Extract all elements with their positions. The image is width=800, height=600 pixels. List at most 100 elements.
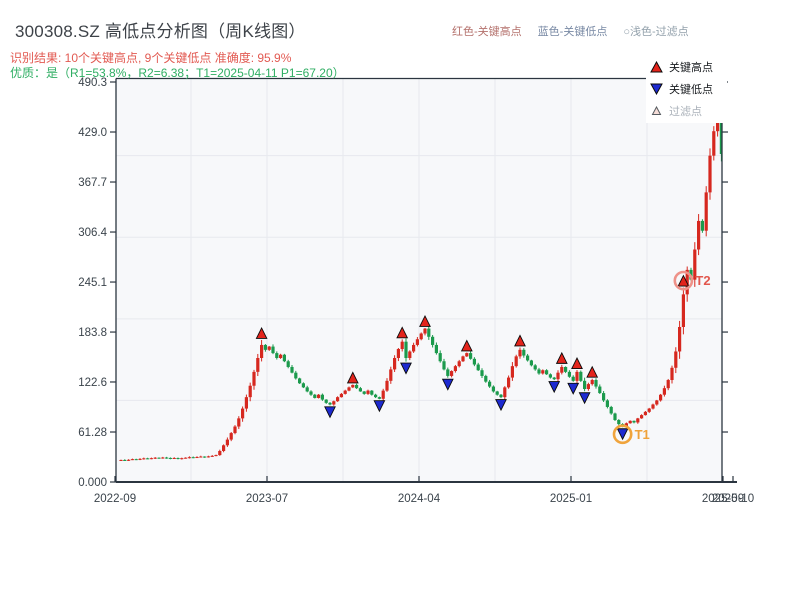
candle-up xyxy=(237,418,241,427)
candle-down xyxy=(488,381,492,387)
y-axis-tick-label: 183.8 xyxy=(78,327,107,339)
candle-down xyxy=(583,380,587,389)
candle-down xyxy=(499,394,503,398)
candle-down xyxy=(537,369,541,374)
t2-label: T2 xyxy=(695,273,710,288)
candle-down xyxy=(123,459,127,461)
candle-up xyxy=(252,371,256,386)
candle-down xyxy=(495,391,499,395)
candle-up xyxy=(241,408,245,419)
candle-up xyxy=(366,390,370,394)
candle-down xyxy=(594,380,598,387)
color-key-legend: 红色-关键高点 蓝色-关键低点 ○浅色-过滤点 xyxy=(452,23,742,39)
candle-up xyxy=(260,344,264,358)
candle-down xyxy=(203,456,207,458)
candle-down xyxy=(446,369,450,376)
candle-down xyxy=(275,353,279,358)
candle-down xyxy=(571,376,575,381)
candle-up xyxy=(712,131,716,156)
candle-down xyxy=(305,387,309,392)
candle-up xyxy=(423,328,427,334)
candle-up xyxy=(412,344,416,352)
candle-down xyxy=(438,353,442,362)
candle-up xyxy=(590,380,594,385)
legend-item-label: 关键低点 xyxy=(669,84,713,96)
candle-up xyxy=(225,439,229,446)
candle-up xyxy=(704,192,708,231)
candle-up xyxy=(233,426,237,434)
x-axis-tick-label: 2022-09 xyxy=(94,493,136,505)
candle-down xyxy=(609,406,613,414)
candle-up xyxy=(393,357,397,370)
candle-up xyxy=(119,459,123,461)
candle-up xyxy=(343,390,347,394)
y-axis-tick-label: 0.000 xyxy=(78,477,107,489)
candle-down xyxy=(548,374,552,378)
candle-up xyxy=(248,385,252,398)
chart-marker-legend: 关键高点 关键低点 过滤点 xyxy=(646,56,727,123)
candle-up xyxy=(222,445,226,451)
page-title: 300308.SZ 高低点分析图（周K线图） xyxy=(15,22,306,41)
candle-up xyxy=(187,457,191,459)
x-axis-tick-label: 2025-10 xyxy=(712,493,754,505)
candle-up xyxy=(172,458,176,460)
candle-down xyxy=(301,383,305,388)
candle-down xyxy=(533,365,537,370)
candle-up xyxy=(662,388,666,395)
candle-up xyxy=(184,457,188,459)
candle-down xyxy=(263,344,267,350)
candle-up xyxy=(130,459,134,461)
candle-up xyxy=(339,393,343,398)
candle-up xyxy=(461,356,465,362)
candle-up xyxy=(708,155,712,193)
light-triangle-icon xyxy=(651,106,662,115)
candle-up xyxy=(518,349,522,357)
legend-row-filter: 过滤点 xyxy=(650,103,727,119)
candle-down xyxy=(358,388,362,392)
candle-up xyxy=(510,366,514,378)
candle-down xyxy=(484,375,488,382)
candle-down xyxy=(282,354,286,362)
candle-up xyxy=(636,418,640,423)
candle-down xyxy=(165,457,169,459)
candle-down xyxy=(613,413,617,420)
candle-down xyxy=(529,360,533,366)
candle-up xyxy=(396,349,400,358)
candle-up xyxy=(256,357,260,372)
candle-up xyxy=(514,356,518,367)
candle-down xyxy=(434,344,438,354)
candle-up xyxy=(643,411,647,416)
candle-down xyxy=(472,358,476,365)
candle-down xyxy=(370,390,374,395)
candle-down xyxy=(602,393,606,401)
candle-up xyxy=(651,404,655,409)
candle-down xyxy=(362,391,366,394)
candle-up xyxy=(541,370,545,374)
legend-row-key-high: 关键高点 xyxy=(650,59,727,75)
candle-down xyxy=(700,220,704,231)
quality-summary-text: 优质：是（R1=53.8%，R2=6.38；T1=2025-04-11 P1=6… xyxy=(10,66,345,80)
candle-up xyxy=(381,390,385,399)
candle-up xyxy=(556,372,560,380)
candle-up xyxy=(210,455,214,457)
candle-down xyxy=(617,419,621,425)
candle-up xyxy=(351,384,355,388)
candle-down xyxy=(491,386,495,392)
candle-down xyxy=(286,361,290,367)
candle-down xyxy=(134,459,138,461)
candle-up xyxy=(419,333,423,340)
candle-up xyxy=(450,371,454,376)
candle-down xyxy=(290,366,294,373)
candle-up xyxy=(465,353,469,357)
candle-down xyxy=(442,361,446,370)
candle-down xyxy=(404,341,408,358)
candle-up xyxy=(336,397,340,402)
candle-up xyxy=(153,457,157,459)
candle-up xyxy=(655,400,659,405)
y-axis-tick-label: 429.0 xyxy=(78,127,107,139)
candle-down xyxy=(469,353,473,359)
candle-up xyxy=(218,450,222,456)
app-window: 0.000 61.28 122.6 183.8 245.1 306.4 367.7 429.0… xyxy=(0,0,800,600)
candle-up xyxy=(400,341,404,350)
candle-up xyxy=(586,384,590,389)
